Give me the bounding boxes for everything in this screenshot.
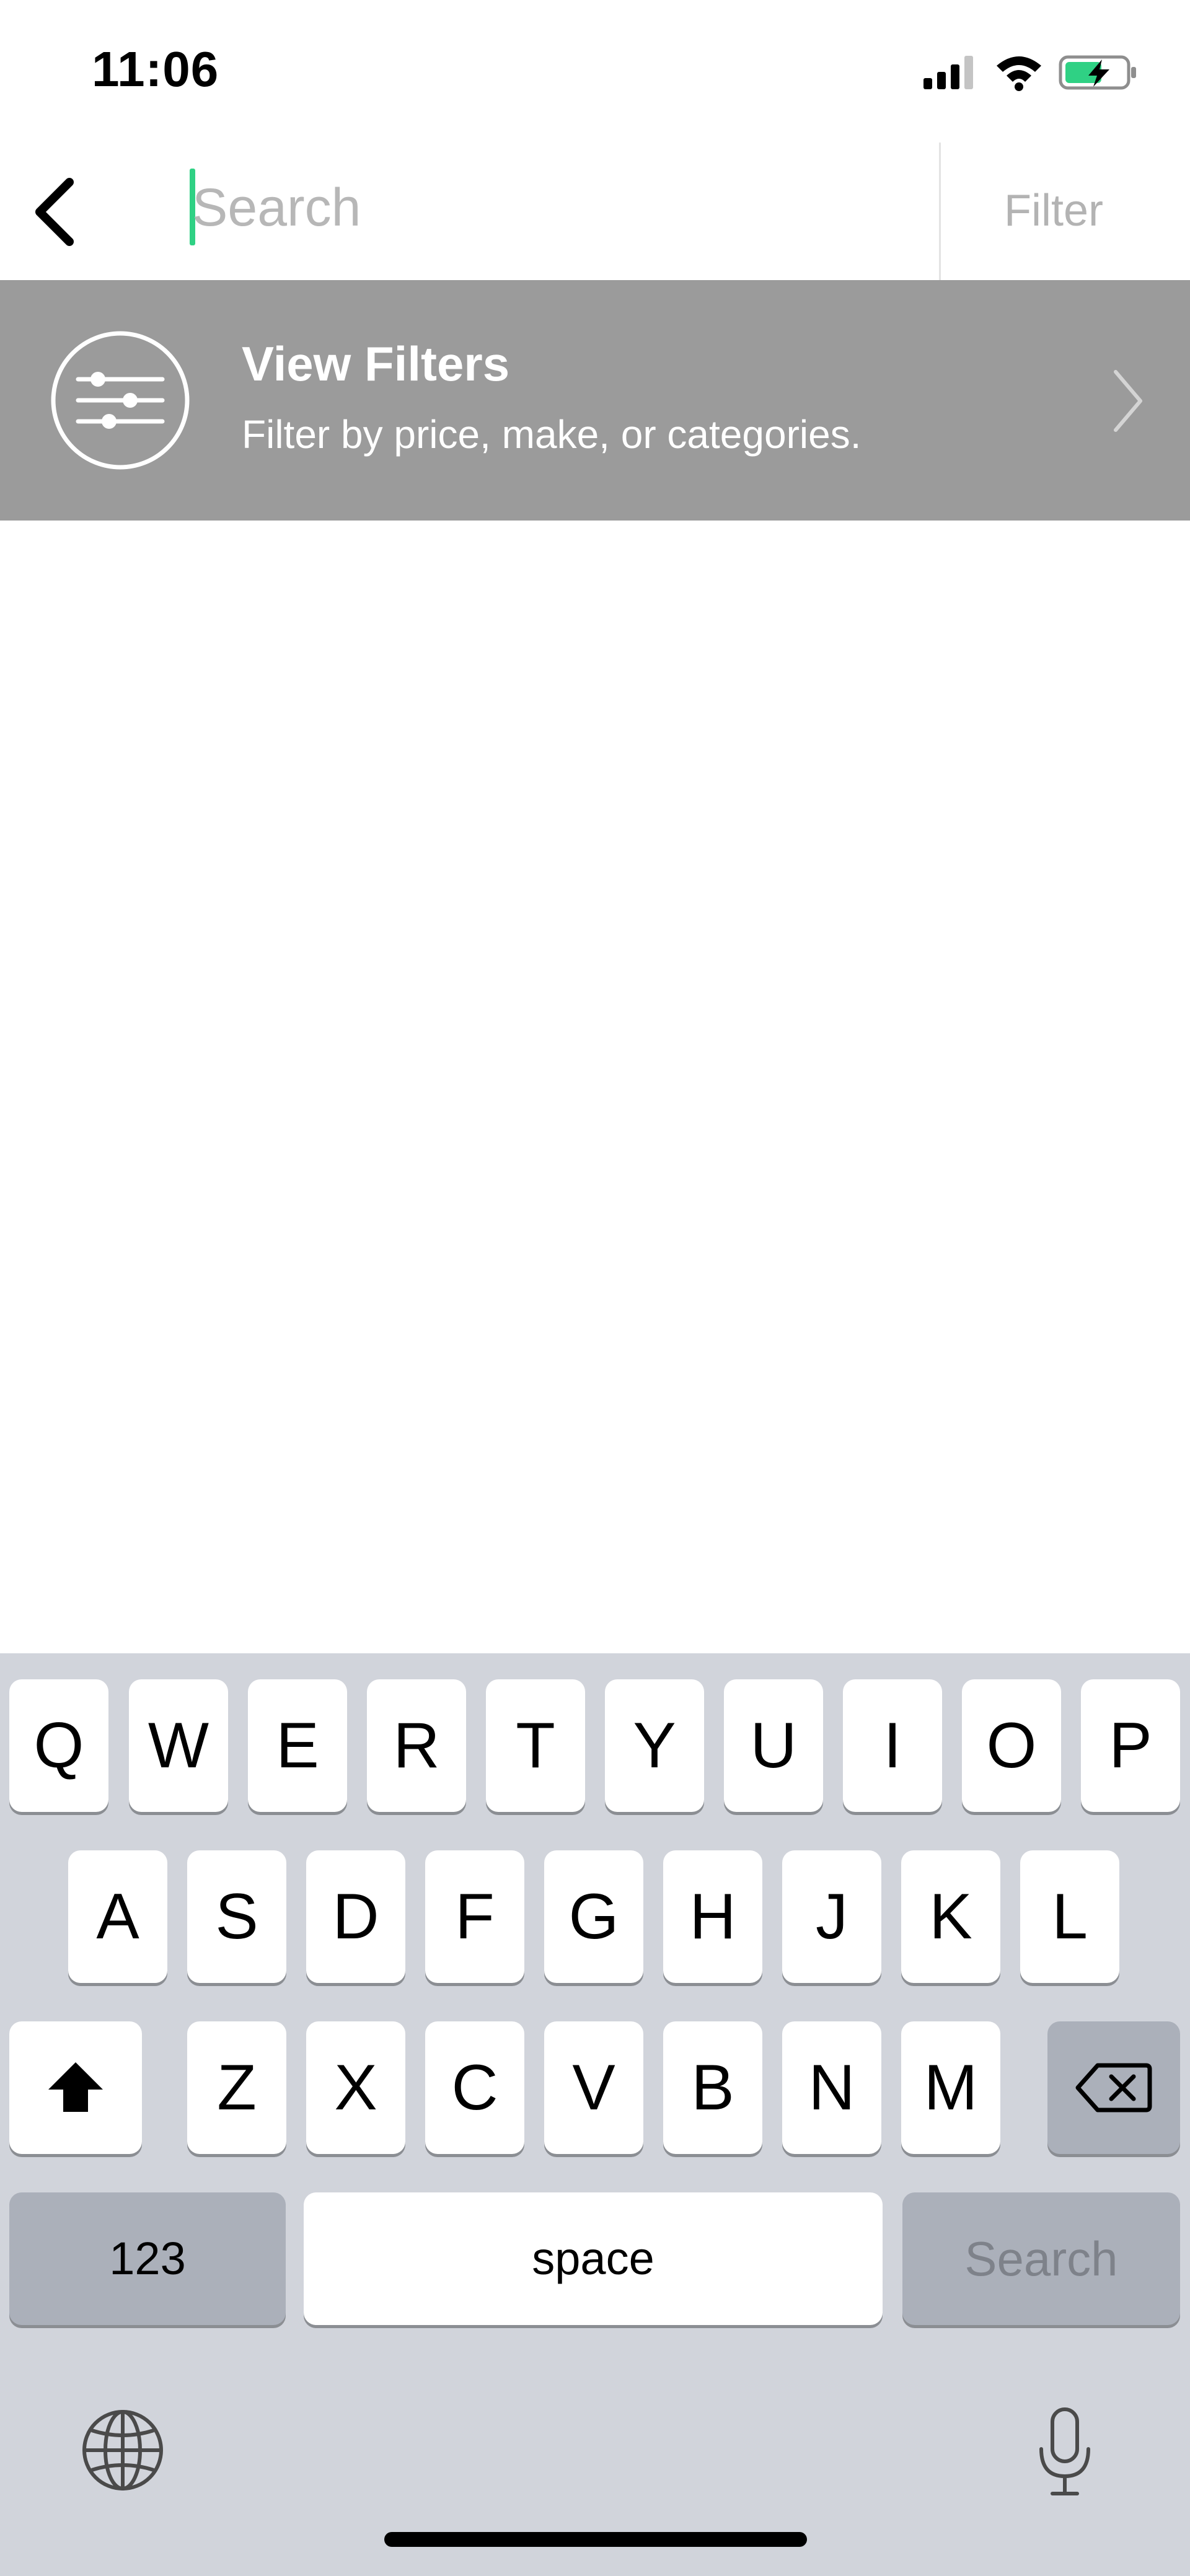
header-divider bbox=[939, 143, 941, 280]
key-x[interactable]: X bbox=[306, 2021, 405, 2154]
search-header: Filter bbox=[0, 143, 1190, 280]
status-icons bbox=[923, 52, 1147, 92]
key-o[interactable]: O bbox=[962, 1679, 1061, 1812]
delete-icon bbox=[1075, 2063, 1152, 2112]
search-key[interactable]: Search bbox=[902, 2192, 1180, 2325]
key-z[interactable]: Z bbox=[187, 2021, 286, 2154]
space-key[interactable]: space bbox=[304, 2192, 883, 2325]
key-a[interactable]: A bbox=[68, 1850, 167, 1983]
chevron-right-icon bbox=[1114, 370, 1142, 432]
delete-key[interactable] bbox=[1047, 2021, 1180, 2154]
key-s[interactable]: S bbox=[187, 1850, 286, 1983]
key-m[interactable]: M bbox=[901, 2021, 1000, 2154]
battery-charging-icon bbox=[1059, 55, 1136, 90]
key-f[interactable]: F bbox=[425, 1850, 524, 1983]
key-n[interactable]: N bbox=[782, 2021, 881, 2154]
key-r[interactable]: R bbox=[367, 1679, 466, 1812]
key-t[interactable]: T bbox=[486, 1679, 585, 1812]
wifi-icon bbox=[997, 56, 1041, 91]
status-time: 11:06 bbox=[92, 42, 219, 97]
key-q[interactable]: Q bbox=[9, 1679, 108, 1812]
key-y[interactable]: Y bbox=[605, 1679, 704, 1812]
globe-icon[interactable] bbox=[81, 2408, 165, 2492]
key-h[interactable]: H bbox=[663, 1850, 762, 1983]
search-input[interactable] bbox=[192, 167, 917, 248]
key-d[interactable]: D bbox=[306, 1850, 405, 1983]
key-w[interactable]: W bbox=[129, 1679, 228, 1812]
filter-button[interactable]: Filter bbox=[942, 180, 1165, 242]
keyboard: Q W E R T Y U I O P A S D F G H J K L Z … bbox=[0, 1653, 1190, 2576]
microphone-icon[interactable] bbox=[1034, 2406, 1096, 2499]
key-b[interactable]: B bbox=[663, 2021, 762, 2154]
key-i[interactable]: I bbox=[843, 1679, 942, 1812]
shift-key[interactable] bbox=[9, 2021, 142, 2154]
shift-icon bbox=[48, 2062, 103, 2112]
sliders-icon bbox=[51, 331, 190, 470]
view-filters-banner[interactable]: View Filters Filter by price, make, or c… bbox=[0, 280, 1190, 521]
key-c[interactable]: C bbox=[425, 2021, 524, 2154]
key-g[interactable]: G bbox=[544, 1850, 643, 1983]
back-button[interactable] bbox=[19, 174, 93, 248]
numbers-key[interactable]: 123 bbox=[9, 2192, 286, 2325]
key-l[interactable]: L bbox=[1020, 1850, 1119, 1983]
cellular-signal-icon bbox=[923, 56, 973, 89]
key-j[interactable]: J bbox=[782, 1850, 881, 1983]
key-u[interactable]: U bbox=[724, 1679, 823, 1812]
view-filters-subtitle: Filter by price, make, or categories. bbox=[242, 412, 862, 457]
view-filters-title: View Filters bbox=[242, 336, 510, 391]
chevron-left-icon bbox=[35, 178, 74, 246]
home-indicator bbox=[384, 2532, 807, 2547]
status-bar: 11:06 bbox=[0, 0, 1190, 143]
key-p[interactable]: P bbox=[1081, 1679, 1180, 1812]
key-e[interactable]: E bbox=[248, 1679, 347, 1812]
key-k[interactable]: K bbox=[901, 1850, 1000, 1983]
key-v[interactable]: V bbox=[544, 2021, 643, 2154]
